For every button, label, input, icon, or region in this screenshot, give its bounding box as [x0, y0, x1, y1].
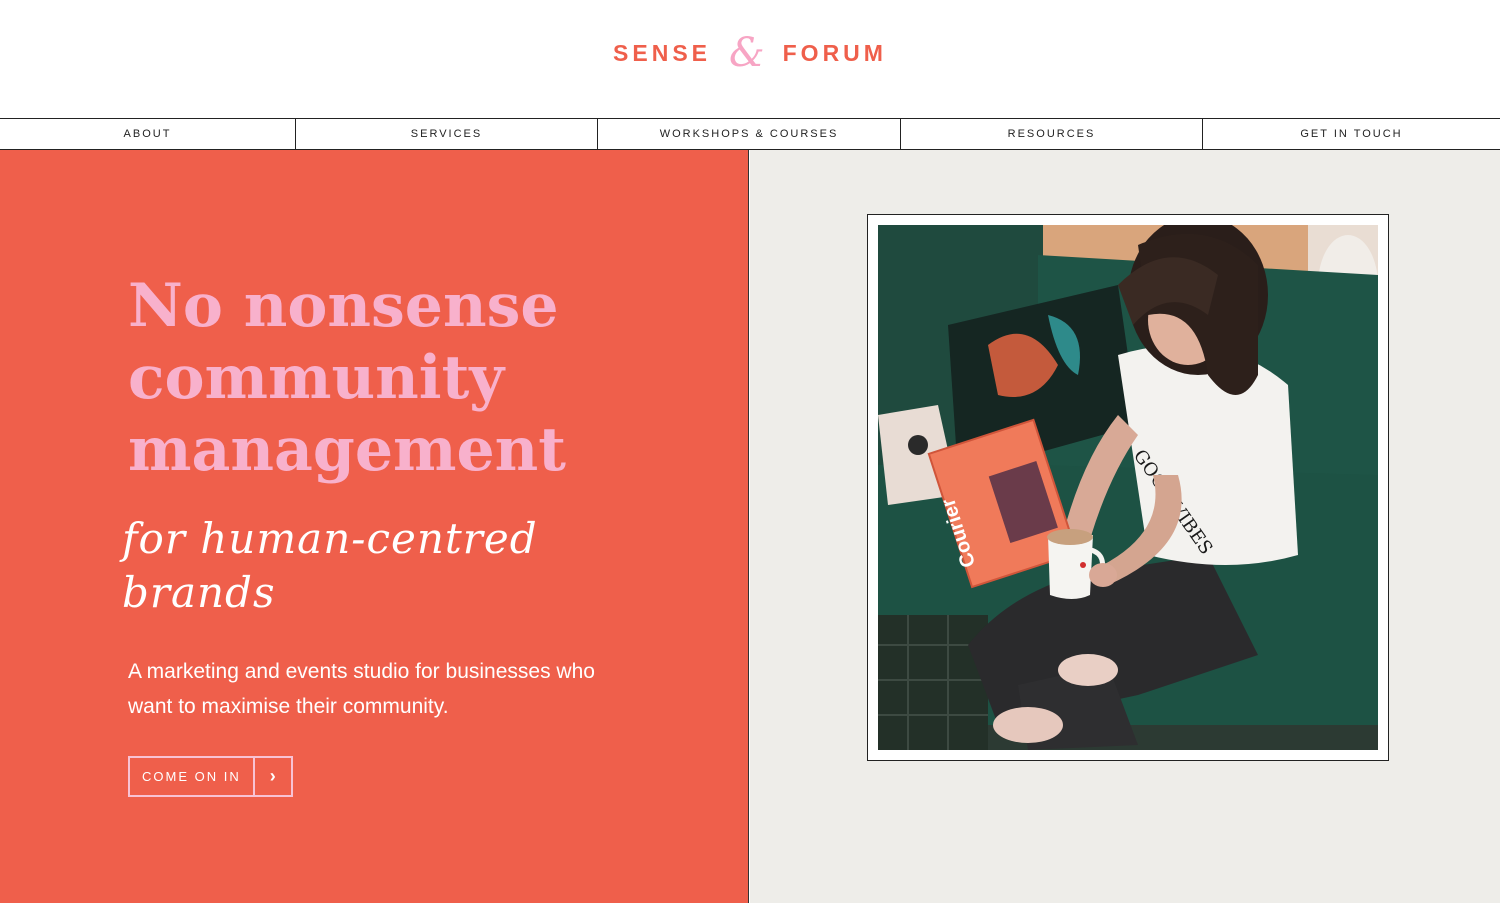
hero-description: A marketing and events studio for busine… [128, 660, 595, 718]
chevron-right-icon: › [269, 766, 276, 786]
woman-on-sofa-illustration: GOOD VIBES Courier [878, 225, 1378, 750]
nav-item-services[interactable]: SERVICES [296, 119, 598, 149]
hero-text-panel: No nonsense community management for hum… [0, 150, 749, 903]
nav-item-resources[interactable]: RESOURCES [901, 119, 1203, 149]
nav-item-get-in-touch[interactable]: GET IN TOUCH [1203, 119, 1500, 149]
brand-logo[interactable]: SENSE & FORUM [0, 30, 1500, 76]
hero-headline: No nonsense community management [128, 270, 648, 486]
come-on-in-button[interactable]: COME ON IN › [128, 756, 293, 797]
logo-ampersand: & [729, 30, 765, 76]
headline-line-2: community [128, 343, 505, 413]
site-header: SENSE & FORUM [0, 0, 1500, 118]
logo-word-sense: SENSE [613, 39, 712, 66]
script-line-1: for human-centred [122, 514, 538, 563]
nav-item-workshops-courses[interactable]: WORKSHOPS & COURSES [598, 119, 901, 149]
nav-item-about[interactable]: ABOUT [0, 119, 296, 149]
hero-image-panel: GOOD VIBES Courier [750, 150, 1500, 903]
main-nav: ABOUT SERVICES WORKSHOPS & COURSES RESOU… [0, 118, 1500, 150]
photo-frame: GOOD VIBES Courier [867, 214, 1389, 761]
cta-label: COME ON IN [130, 758, 255, 795]
headline-line-1: No nonsense [128, 271, 559, 341]
hero-photo: GOOD VIBES Courier [878, 225, 1378, 750]
hero-script-tagline: for human-centred brands [122, 512, 542, 620]
headline-line-3: management [128, 415, 566, 485]
script-line-2: brands [122, 568, 276, 617]
logo-word-forum: FORUM [782, 39, 887, 66]
